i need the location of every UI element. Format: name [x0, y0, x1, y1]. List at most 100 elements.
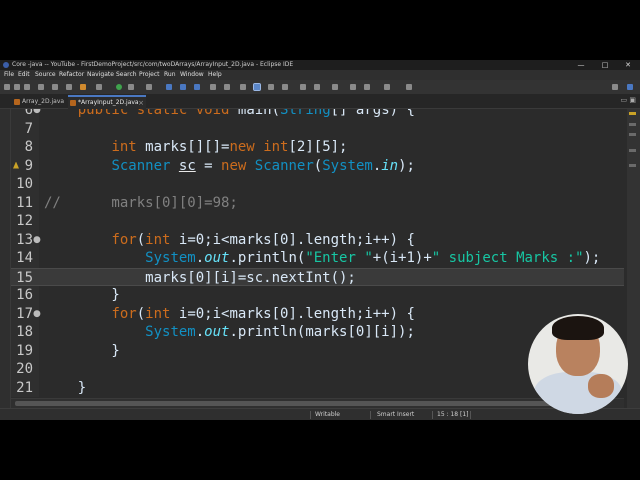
code-content: Scanner sc = new Scanner(System.in);: [111, 157, 415, 174]
menu-navigate[interactable]: Navigate: [87, 70, 114, 80]
tab-array-input-2d[interactable]: *ArrayInput_2D.java ×: [68, 95, 146, 109]
code-content: public static void main(String[] args) {: [77, 109, 415, 118]
code-line: 12: [11, 212, 624, 231]
open-perspective-icon[interactable]: [612, 84, 618, 90]
line-number: 9: [24, 157, 33, 174]
line-number: 10: [16, 176, 33, 192]
code-line: 11 // marks[0][0]=98;: [11, 194, 624, 213]
next-annotation-icon[interactable]: [300, 84, 306, 90]
status-separator: [432, 411, 433, 419]
left-trim-bar: [0, 109, 11, 409]
code-line: 8 int marks[][]=new int[2][5];: [11, 138, 624, 157]
line-number: 8: [24, 139, 33, 155]
debug-icon[interactable]: [80, 84, 86, 90]
code-line: 14 System.out.println("Enter "+(i+1)+" s…: [11, 249, 624, 268]
new-class-icon[interactable]: [194, 84, 200, 90]
last-edit-icon[interactable]: [332, 84, 338, 90]
presenter-hand: [588, 374, 614, 398]
fold-marker-icon[interactable]: ●: [33, 231, 41, 250]
status-separator: [310, 411, 311, 419]
show-whitespace-icon[interactable]: [282, 84, 288, 90]
menu-help[interactable]: Help: [208, 70, 222, 80]
fold-marker-icon[interactable]: ●: [33, 305, 41, 324]
tab-array-2d[interactable]: Array_2D.java: [12, 96, 74, 108]
presenter-hair: [552, 316, 604, 340]
status-cursor-position[interactable]: 15 : 18 [1]: [437, 409, 469, 420]
new-java-project-icon[interactable]: [166, 84, 172, 90]
block-select-icon[interactable]: [268, 84, 274, 90]
editor-tabs: Array_2D.java *ArrayInput_2D.java × ▭ ▣: [0, 95, 640, 109]
menu-bar: File Edit Source Refactor Navigate Searc…: [0, 70, 640, 80]
status-insert-mode[interactable]: Smart Insert: [377, 409, 414, 420]
code-line: 10: [11, 175, 624, 194]
menu-run[interactable]: Run: [164, 70, 176, 80]
window-title: Core -java -- YouTube - FirstDemoProject…: [12, 61, 294, 68]
close-window-button[interactable]: ✕: [617, 60, 639, 70]
previous-annotation-icon[interactable]: [314, 84, 320, 90]
occurrence-marker[interactable]: [629, 123, 636, 126]
code-content: marks[0][i]=sc.nextInt();: [44, 269, 356, 286]
save-icon[interactable]: [14, 84, 20, 90]
occurrence-marker[interactable]: [629, 133, 636, 136]
line-number: 17: [16, 305, 33, 322]
code-content: int marks[][]=new int[2][5];: [111, 139, 348, 155]
line-number: 7: [24, 120, 33, 137]
menu-file[interactable]: File: [4, 70, 14, 80]
minimize-button[interactable]: —: [570, 60, 592, 70]
warning-marker[interactable]: [629, 112, 636, 115]
forward-icon[interactable]: [384, 84, 390, 90]
run-icon[interactable]: [116, 84, 122, 90]
menu-refactor[interactable]: Refactor: [59, 70, 84, 80]
line-number: 6: [24, 109, 33, 118]
status-writable: Writable: [315, 411, 340, 418]
run-dropdown-icon[interactable]: [128, 84, 134, 90]
menu-project[interactable]: Project: [139, 70, 160, 80]
maximize-button[interactable]: □: [594, 60, 616, 70]
save-all-icon[interactable]: [24, 84, 30, 90]
back-icon[interactable]: [350, 84, 356, 90]
menu-search[interactable]: Search: [116, 70, 137, 80]
code-line: 9 Scanner sc = new Scanner(System.in);: [11, 157, 624, 176]
build-icon[interactable]: [66, 84, 72, 90]
line-number: 18: [16, 324, 33, 340]
code-content: System.out.println("Enter "+(i+1)+" subj…: [145, 250, 601, 266]
menu-window[interactable]: Window: [180, 70, 204, 80]
overview-ruler[interactable]: [627, 109, 640, 409]
pin-editor-icon[interactable]: [406, 84, 412, 90]
webcam-overlay: [528, 314, 628, 414]
line-number: 11: [16, 194, 33, 211]
fold-marker-icon[interactable]: ●: [33, 109, 41, 120]
new-file-icon[interactable]: [4, 84, 10, 90]
code-content: }: [44, 379, 87, 396]
line-number: 12: [16, 213, 33, 229]
coverage-icon[interactable]: [96, 84, 102, 90]
line-number: 15: [16, 269, 33, 286]
line-number: 14: [16, 250, 33, 266]
line-number: 21: [16, 379, 33, 396]
open-type-icon[interactable]: [210, 84, 216, 90]
occurrence-marker[interactable]: [629, 149, 636, 152]
code-content: for(int i=0;i<marks[0].length;i++) {: [111, 305, 415, 322]
code-content: }: [44, 342, 120, 359]
java-file-icon: [14, 99, 20, 105]
menu-source[interactable]: Source: [35, 70, 56, 80]
new-package-icon[interactable]: [180, 84, 186, 90]
line-number: 20: [16, 361, 33, 377]
code-line: 7: [11, 120, 624, 139]
menu-edit[interactable]: Edit: [18, 70, 30, 80]
occurrence-marker[interactable]: [629, 164, 636, 167]
java-perspective-icon[interactable]: [627, 84, 633, 90]
terminal-icon[interactable]: [52, 84, 58, 90]
toggle-mark-icon[interactable]: [240, 84, 246, 90]
search-icon[interactable]: [224, 84, 230, 90]
eclipse-app-icon: [3, 62, 9, 68]
scrollbar-thumb[interactable]: [15, 401, 605, 406]
minimize-maximize-editor-icon[interactable]: ▭ ▣: [621, 96, 636, 104]
code-line: 6 ● public static void main(String[] arg…: [11, 109, 624, 120]
print-icon[interactable]: [38, 84, 44, 90]
external-tools-icon[interactable]: [146, 84, 152, 90]
horizontal-scrollbar[interactable]: [11, 398, 624, 408]
toggle-highlight-icon[interactable]: [253, 83, 261, 91]
close-tab-icon[interactable]: ×: [138, 97, 144, 109]
back-dropdown-icon[interactable]: [364, 84, 370, 90]
